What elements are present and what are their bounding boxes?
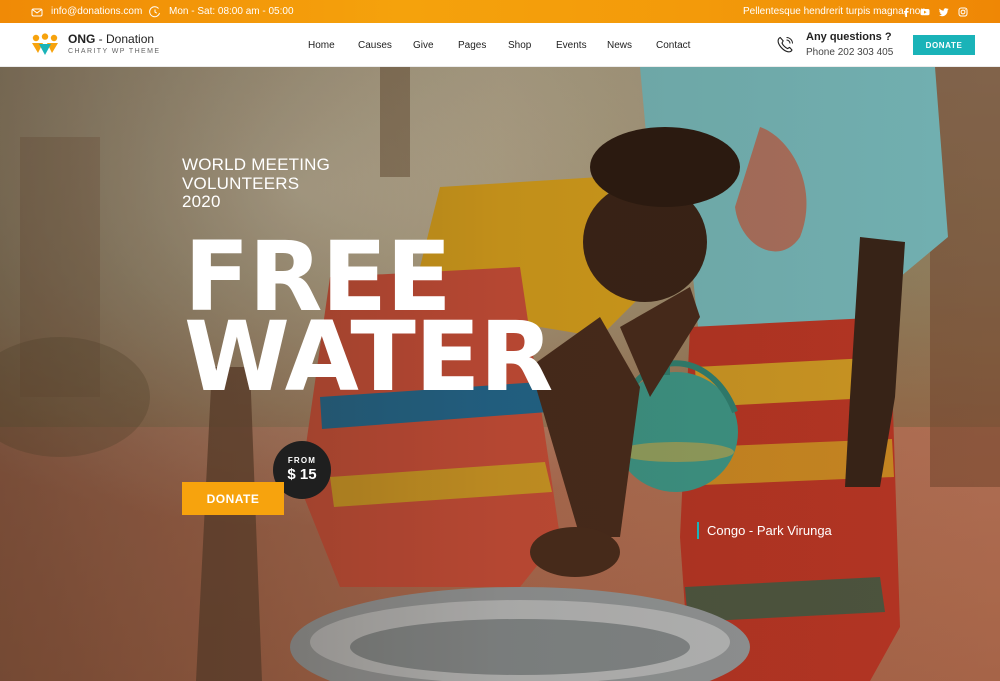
topbar-tagline-text: Pellentesque hendrerit turpis magna, non: [743, 6, 926, 17]
brand-text: ONG - Donation CHARITY WP THEME: [68, 33, 160, 57]
email-item[interactable]: info@donations.com: [31, 0, 142, 23]
nav-events[interactable]: Events: [556, 40, 587, 51]
facebook-icon[interactable]: [901, 7, 911, 17]
hero-donate-button[interactable]: DONATE: [182, 482, 284, 515]
instagram-icon[interactable]: [958, 7, 968, 17]
nav-causes[interactable]: Causes: [358, 40, 392, 51]
contact-title: Any questions ?: [806, 31, 892, 43]
social-links: [901, 0, 968, 23]
site-header: ONG - Donation CHARITY WP THEME Home Cau…: [0, 23, 1000, 67]
logo-icon: [32, 33, 58, 55]
twitter-icon[interactable]: [939, 7, 949, 17]
nav-news[interactable]: News: [607, 40, 632, 51]
price-from-label: FROM: [287, 456, 317, 465]
hero-tagline: WORLD MEETING VOLUNTEERS 2020: [182, 155, 331, 212]
nav-contact[interactable]: Contact: [656, 40, 690, 51]
clock-icon: [149, 5, 161, 18]
site-logo[interactable]: ONG - Donation CHARITY WP THEME: [31, 33, 160, 57]
hero-section: WORLD MEETING VOLUNTEERS 2020 FREE WATER…: [0, 67, 1000, 681]
brand-name: ONG - Donation: [68, 33, 160, 46]
hero-headline-line-2: WATER: [184, 301, 553, 413]
nav-shop[interactable]: Shop: [508, 40, 531, 51]
hours-text: Mon - Sat: 08:00 am - 05:00: [169, 6, 294, 17]
brand-name-bold: ONG: [68, 32, 96, 46]
hours-item: Mon - Sat: 08:00 am - 05:00: [149, 0, 294, 23]
email-text[interactable]: info@donations.com: [51, 6, 142, 17]
contact-text: Any questions ? Phone 202 303 405: [806, 31, 893, 59]
brand-name-rest: - Donation: [95, 32, 155, 46]
nav-give[interactable]: Give: [413, 40, 434, 51]
brand-subtitle: CHARITY WP THEME: [68, 48, 161, 55]
location-caption: Congo - Park Virunga: [697, 522, 832, 539]
mail-icon: [31, 6, 43, 18]
hero-tagline-line-2: VOLUNTEERS: [182, 173, 300, 193]
phone-icon: [777, 36, 793, 53]
hero-tagline-line-1: WORLD MEETING: [182, 155, 331, 174]
header-donate-button[interactable]: DONATE: [913, 35, 975, 55]
contact-phone[interactable]: Phone 202 303 405: [806, 46, 893, 59]
price-value: $ 15: [287, 466, 317, 483]
hero-content: WORLD MEETING VOLUNTEERS 2020 FREE WATER…: [0, 67, 1000, 681]
youtube-icon[interactable]: [920, 7, 930, 17]
nav-pages[interactable]: Pages: [458, 40, 486, 51]
contact-block[interactable]: Any questions ? Phone 202 303 405: [774, 31, 893, 59]
hero-tagline-line-3: 2020: [182, 192, 221, 211]
top-bar: info@donations.com Mon - Sat: 08:00 am -…: [0, 0, 1000, 23]
nav-home[interactable]: Home: [308, 40, 335, 51]
topbar-tagline: Pellentesque hendrerit turpis magna, non: [743, 0, 926, 23]
